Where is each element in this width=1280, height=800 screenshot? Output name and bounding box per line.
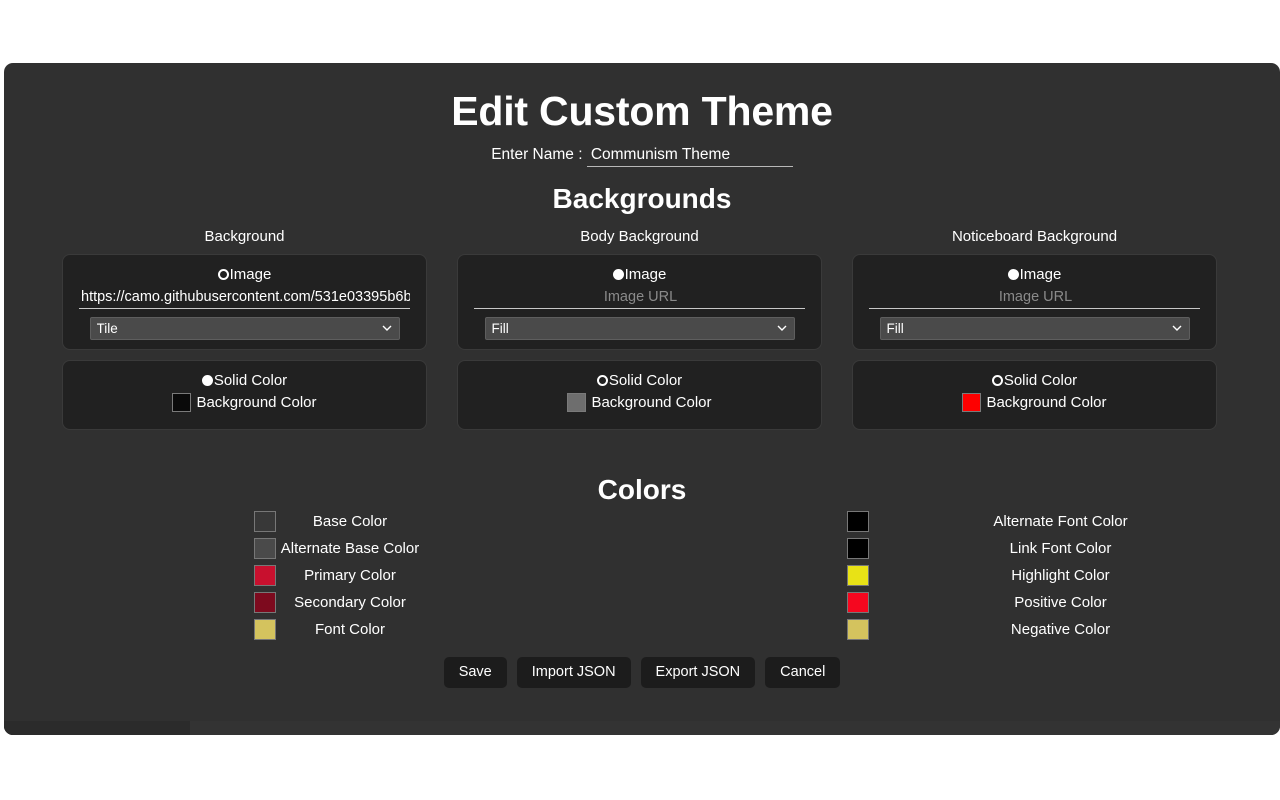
image-background-card: Image Fill bbox=[852, 254, 1217, 350]
background-color-row: Background Color bbox=[474, 393, 805, 412]
image-radio-label: Image bbox=[229, 266, 272, 283]
background-color-label: Background Color bbox=[591, 394, 712, 411]
solid-color-radio-icon[interactable] bbox=[596, 375, 608, 386]
color-swatch[interactable] bbox=[847, 538, 869, 559]
solid-color-radio-icon[interactable] bbox=[201, 375, 213, 386]
image-background-card: Image Tile bbox=[62, 254, 427, 350]
image-radio-row[interactable]: Image bbox=[474, 267, 805, 282]
solid-color-card: Solid Color Background Color bbox=[852, 360, 1217, 430]
color-item: Secondary Color bbox=[4, 589, 424, 616]
background-color-swatch[interactable] bbox=[567, 393, 587, 412]
background-column-background: Background Image Tile bbox=[62, 228, 427, 430]
color-item: Positive Color bbox=[832, 589, 1252, 616]
color-label: Alternate Base Color bbox=[280, 540, 420, 557]
background-color-row: Background Color bbox=[79, 393, 410, 412]
save-button[interactable]: Save bbox=[443, 657, 507, 688]
color-item: Primary Color bbox=[4, 562, 424, 589]
image-radio-label: Image bbox=[624, 266, 667, 283]
color-label: Link Font Color bbox=[1009, 540, 1112, 557]
image-fit-select-wrap: Fill bbox=[879, 317, 1190, 340]
backgrounds-section-title: Backgrounds bbox=[552, 183, 732, 215]
image-fit-select[interactable]: Fill bbox=[879, 317, 1190, 340]
horizontal-scrollbar[interactable] bbox=[4, 721, 1280, 735]
background-column-noticeboard-background: Noticeboard Background Image Fill bbox=[852, 228, 1217, 430]
color-swatch[interactable] bbox=[847, 565, 869, 586]
color-swatch[interactable] bbox=[847, 619, 869, 640]
color-item: Alternate Base Color bbox=[4, 535, 424, 562]
color-label: Primary Color bbox=[304, 567, 396, 584]
color-item: Base Color bbox=[4, 508, 424, 535]
image-url-input[interactable] bbox=[79, 288, 410, 309]
horizontal-scrollbar-thumb[interactable] bbox=[4, 721, 190, 735]
color-item: Alternate Font Color bbox=[832, 508, 1252, 535]
background-column-title: Body Background bbox=[580, 228, 699, 245]
background-column-title: Noticeboard Background bbox=[951, 228, 1118, 245]
color-item: Font Color bbox=[4, 616, 424, 643]
background-color-label: Background Color bbox=[196, 394, 317, 411]
color-swatch[interactable] bbox=[254, 511, 276, 532]
cancel-button[interactable]: Cancel bbox=[765, 657, 841, 688]
color-swatch[interactable] bbox=[254, 538, 276, 559]
color-swatch[interactable] bbox=[847, 511, 869, 532]
color-label: Alternate Font Color bbox=[993, 513, 1128, 530]
color-label: Font Color bbox=[314, 621, 386, 638]
color-item: Highlight Color bbox=[832, 562, 1252, 589]
theme-name-input[interactable] bbox=[586, 146, 793, 168]
solid-color-radio-label: Solid Color bbox=[213, 372, 288, 389]
colors-left-list: Base Color Alternate Base Color Primary … bbox=[4, 508, 424, 643]
solid-color-card: Solid Color Background Color bbox=[62, 360, 427, 430]
color-label: Negative Color bbox=[1010, 621, 1111, 638]
color-item: Link Font Color bbox=[832, 535, 1252, 562]
solid-color-radio-icon[interactable] bbox=[991, 375, 1003, 386]
background-column-body-background: Body Background Image Fill bbox=[457, 228, 822, 430]
solid-color-radio-row[interactable]: Solid Color bbox=[869, 373, 1200, 388]
image-background-card: Image Fill bbox=[457, 254, 822, 350]
background-color-label: Background Color bbox=[986, 394, 1107, 411]
page-title: Edit Custom Theme bbox=[451, 88, 833, 134]
color-swatch[interactable] bbox=[254, 592, 276, 613]
edit-custom-theme-dialog: Edit Custom Theme Enter Name : Backgroun… bbox=[4, 63, 1280, 735]
image-url-input[interactable] bbox=[474, 288, 805, 309]
color-label: Highlight Color bbox=[1011, 567, 1110, 584]
image-url-input[interactable] bbox=[869, 288, 1200, 309]
color-label: Base Color bbox=[312, 513, 388, 530]
solid-color-radio-label: Solid Color bbox=[1003, 372, 1078, 389]
image-fit-select[interactable]: Fill bbox=[484, 317, 795, 340]
image-fit-select[interactable]: Tile bbox=[89, 317, 400, 340]
theme-name-label: Enter Name : bbox=[491, 146, 583, 164]
color-swatch[interactable] bbox=[847, 592, 869, 613]
colors-section-title: Colors bbox=[597, 474, 687, 505]
color-item: Negative Color bbox=[832, 616, 1252, 643]
background-color-swatch[interactable] bbox=[172, 393, 192, 412]
color-label: Positive Color bbox=[1014, 594, 1107, 611]
solid-color-card: Solid Color Background Color bbox=[457, 360, 822, 430]
import-json-button[interactable]: Import JSON bbox=[516, 657, 631, 688]
image-radio-row[interactable]: Image bbox=[869, 267, 1200, 282]
image-radio-icon[interactable] bbox=[1007, 269, 1019, 280]
solid-color-radio-row[interactable]: Solid Color bbox=[474, 373, 805, 388]
color-swatch[interactable] bbox=[254, 619, 276, 640]
export-json-button[interactable]: Export JSON bbox=[640, 657, 756, 688]
solid-color-radio-row[interactable]: Solid Color bbox=[79, 373, 410, 388]
colors-right-list: Alternate Font Color Link Font Color Hig… bbox=[832, 508, 1252, 643]
background-column-title: Background bbox=[204, 228, 285, 245]
color-label: Secondary Color bbox=[294, 594, 406, 611]
theme-name-row: Enter Name : bbox=[4, 146, 1280, 168]
background-color-row: Background Color bbox=[869, 393, 1200, 412]
color-swatch[interactable] bbox=[254, 565, 276, 586]
image-radio-icon[interactable] bbox=[217, 269, 229, 280]
image-radio-icon[interactable] bbox=[612, 269, 624, 280]
image-radio-label: Image bbox=[1019, 266, 1062, 283]
image-radio-row[interactable]: Image bbox=[79, 267, 410, 282]
action-bar: Save Import JSON Export JSON Cancel bbox=[4, 657, 1280, 688]
solid-color-radio-label: Solid Color bbox=[608, 372, 683, 389]
image-fit-select-wrap: Fill bbox=[484, 317, 795, 340]
background-color-swatch[interactable] bbox=[962, 393, 982, 412]
image-fit-select-wrap: Tile bbox=[89, 317, 400, 340]
